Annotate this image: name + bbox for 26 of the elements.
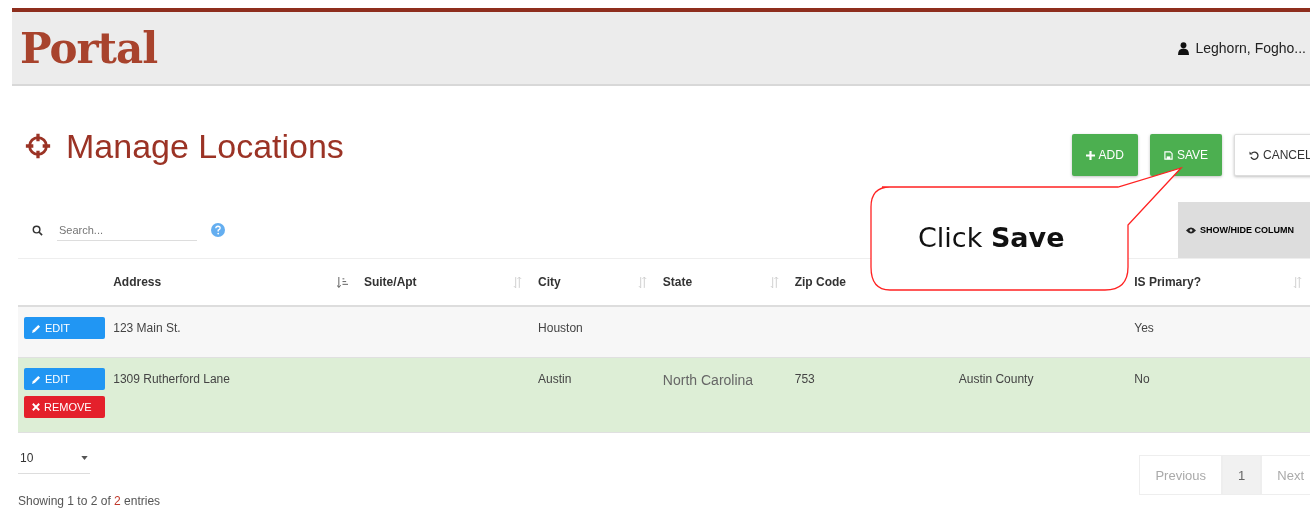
column-header[interactable]: IS Primary? [1134, 275, 1201, 289]
entries-info: Showing 1 to 2 of 2 entries [18, 494, 161, 508]
table-cell: Austin [538, 372, 572, 386]
page-size-select[interactable]: 10 [18, 447, 90, 474]
table-row[interactable]: EDIT 123 Main St. Houston Yes [18, 306, 1310, 358]
table-cell: 1309 Rutherford Lane [113, 372, 230, 386]
user-menu[interactable]: Leghorn, Fogho... [1178, 40, 1306, 56]
column-header[interactable]: Address [113, 275, 162, 289]
column-header[interactable]: Zip Code [794, 275, 847, 289]
table-cell: 123 Main St. [113, 321, 181, 335]
callout-text: Click Save [918, 222, 1065, 253]
remove-button[interactable]: REMOVE [24, 396, 106, 418]
column-header[interactable]: City [538, 275, 561, 289]
page-title: Manage Locations [66, 126, 344, 166]
table-cell: Yes [1134, 321, 1154, 335]
table-cell: Houston [538, 321, 583, 335]
show-hide-columns-button[interactable]: SHOW/HIDE COLUMN [1178, 202, 1310, 258]
table-row[interactable]: EDIT REMOVE 1309 Rutherford Lane Austin North Carolina 753 Austin County No [18, 357, 1310, 433]
table-cell: 753 [794, 372, 815, 386]
page-button[interactable]: 1 [1222, 455, 1262, 495]
logo-text: Portal [20, 23, 158, 73]
table-cell: No [1134, 372, 1150, 386]
table-cell: Austin County [958, 372, 1034, 386]
column-header[interactable]: State [662, 275, 693, 289]
table-cell: North Carolina [662, 372, 754, 388]
column-header[interactable]: Suite/Apt [363, 275, 417, 289]
